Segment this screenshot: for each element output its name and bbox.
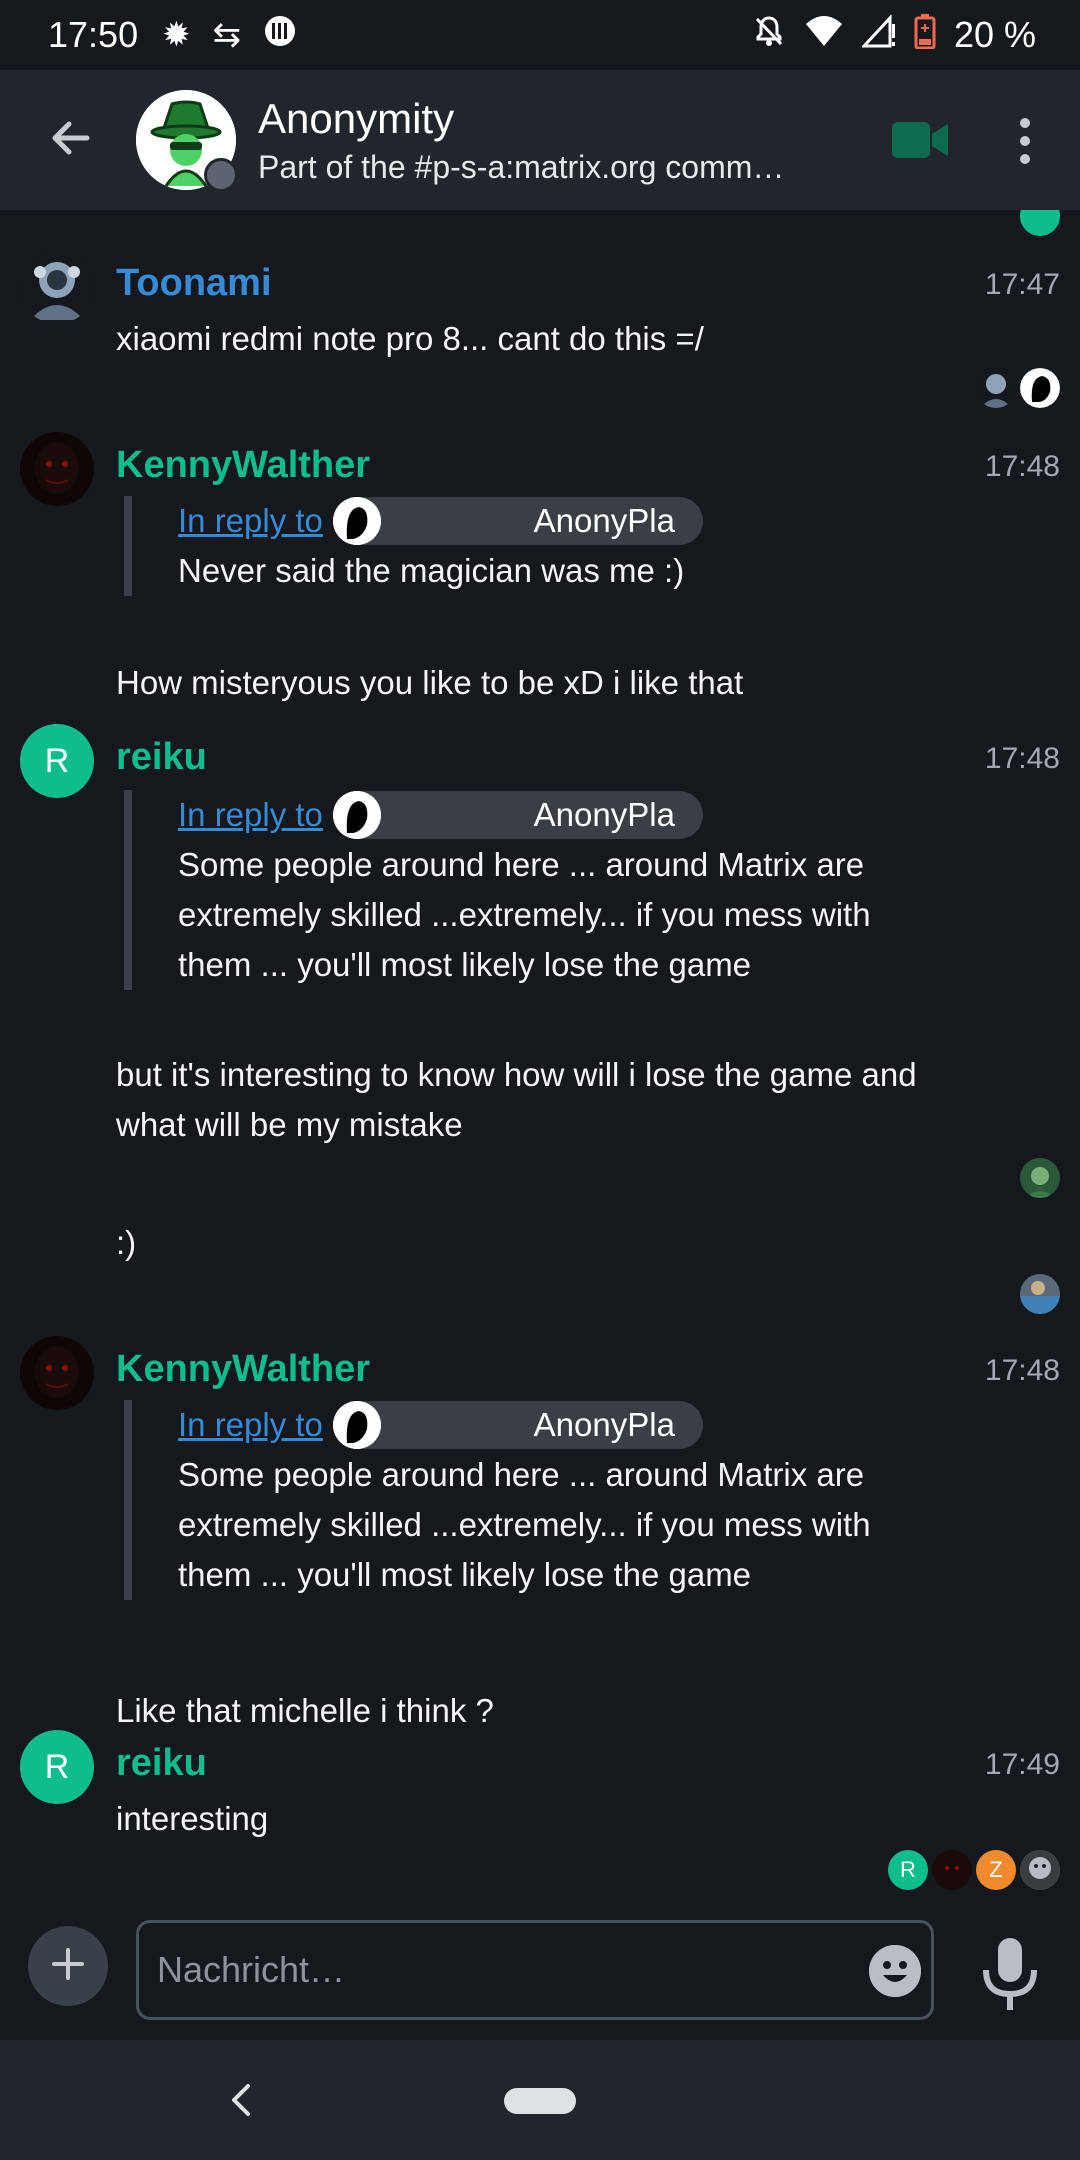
- avatar[interactable]: [20, 250, 94, 324]
- sender-name[interactable]: KennyWalther: [116, 1348, 370, 1391]
- avatar: [1020, 1158, 1060, 1198]
- microphone-button[interactable]: [980, 1936, 1040, 2012]
- globe-icon: [204, 158, 238, 192]
- video-call-icon: [890, 122, 950, 166]
- avatar: [1020, 368, 1060, 408]
- avatar: [976, 368, 1016, 408]
- read-receipts[interactable]: [1020, 1158, 1060, 1198]
- avatar: [1020, 1850, 1060, 1890]
- message-input[interactable]: [157, 1923, 837, 2017]
- more-options-button[interactable]: [1000, 106, 1050, 176]
- reply-text: Some people around here ... around Matri…: [178, 1456, 871, 1593]
- reply-quote[interactable]: In reply to AnonyPla Some people around …: [124, 790, 944, 990]
- sender-name[interactable]: Toonami: [116, 262, 272, 305]
- avatar[interactable]: R: [20, 1730, 94, 1804]
- battery-percent: 20 %: [953, 14, 1036, 55]
- room-avatar[interactable]: [136, 90, 238, 192]
- video-call-button[interactable]: [890, 118, 950, 162]
- in-reply-to-link[interactable]: In reply to: [178, 502, 323, 540]
- message-body: How misteryous you like to be xD i like …: [116, 664, 744, 701]
- room-topic[interactable]: Part of the #p-s-a:matrix.org comm…: [258, 149, 858, 186]
- settings-sync-icon: ✹: [162, 16, 191, 54]
- message-time: 17:48: [984, 450, 1060, 483]
- reply-text: Some people around here ... around Matri…: [178, 846, 871, 983]
- pill-username: AnonyPla: [533, 1406, 675, 1443]
- user-pill[interactable]: AnonyPla: [332, 497, 703, 545]
- message-body: xiaomi redmi note pro 8... cant do this …: [116, 320, 704, 357]
- read-receipts[interactable]: [976, 368, 1060, 408]
- chevron-left-icon: [222, 2084, 258, 2126]
- reply-quote[interactable]: In reply to AnonyPla Some people around …: [124, 1400, 944, 1600]
- app-notification-icon: [263, 14, 297, 57]
- message-timeline[interactable]: Toonami 17:47 xiaomi redmi note pro 8...…: [0, 210, 1080, 1910]
- back-button[interactable]: [36, 105, 106, 175]
- arrow-left-icon: [47, 114, 95, 167]
- in-reply-to-link[interactable]: In reply to: [178, 1406, 323, 1444]
- avatar: [332, 1401, 381, 1449]
- system-navigation-bar: [0, 2040, 1080, 2160]
- in-reply-to-link[interactable]: In reply to: [178, 796, 323, 834]
- avatar: [332, 791, 381, 839]
- message-body: but it's interesting to know how will i …: [116, 1056, 917, 1143]
- user-pill[interactable]: AnonyPla: [332, 791, 703, 839]
- avatar[interactable]: R: [20, 724, 94, 798]
- avatar: [1020, 1274, 1060, 1314]
- attach-button[interactable]: [28, 1926, 108, 2006]
- unread-indicator[interactable]: [1020, 210, 1060, 236]
- message-body: Like that michelle i think ?: [116, 1692, 494, 1729]
- signal-icon: [860, 13, 896, 57]
- avatar: R: [888, 1850, 928, 1890]
- status-bar: 17:50 ✹ ⇆ 20 %: [0, 0, 1080, 70]
- bell-off-icon: [752, 14, 786, 57]
- avatar[interactable]: [20, 432, 94, 506]
- message-time: 17:48: [984, 1354, 1060, 1387]
- user-pill[interactable]: AnonyPla: [332, 1401, 703, 1449]
- nav-back-button[interactable]: [222, 2078, 258, 2122]
- message-body: interesting: [116, 1800, 269, 1837]
- microphone-icon: [980, 1938, 1040, 2016]
- sender-name[interactable]: reiku: [116, 1742, 207, 1785]
- more-vertical-icon: [1020, 118, 1030, 128]
- pill-username: AnonyPla: [533, 502, 675, 539]
- sender-name[interactable]: KennyWalther: [116, 444, 370, 487]
- avatar: [332, 497, 381, 545]
- message-body: :): [116, 1224, 137, 1261]
- message-time: 17:49: [984, 1748, 1060, 1781]
- avatar[interactable]: [20, 1336, 94, 1410]
- status-time: 17:50: [48, 14, 139, 55]
- plus-icon: [48, 1944, 88, 1989]
- sender-name[interactable]: reiku: [116, 736, 207, 779]
- message-time: 17:47: [984, 268, 1060, 301]
- data-transfer-icon: ⇆: [212, 16, 242, 54]
- message-time: 17:48: [984, 742, 1060, 775]
- read-receipts[interactable]: R Z: [888, 1850, 1060, 1890]
- avatar: [932, 1850, 972, 1890]
- message-input-box[interactable]: [136, 1920, 934, 2020]
- message-composer: [0, 1910, 1080, 2040]
- room-name[interactable]: Anonymity: [258, 95, 858, 143]
- reply-text: Never said the magician was me :): [178, 552, 685, 589]
- emoji-icon[interactable]: [869, 1945, 921, 1997]
- room-header: Anonymity Part of the #p-s-a:matrix.org …: [0, 70, 1080, 210]
- avatar: Z: [976, 1850, 1016, 1890]
- wifi-icon: [804, 14, 844, 57]
- battery-icon: [914, 13, 936, 58]
- pill-username: AnonyPla: [533, 796, 675, 833]
- reply-quote[interactable]: In reply to AnonyPla Never said the magi…: [124, 496, 944, 596]
- read-receipts[interactable]: [1020, 1274, 1060, 1314]
- nav-home-pill[interactable]: [504, 2088, 576, 2114]
